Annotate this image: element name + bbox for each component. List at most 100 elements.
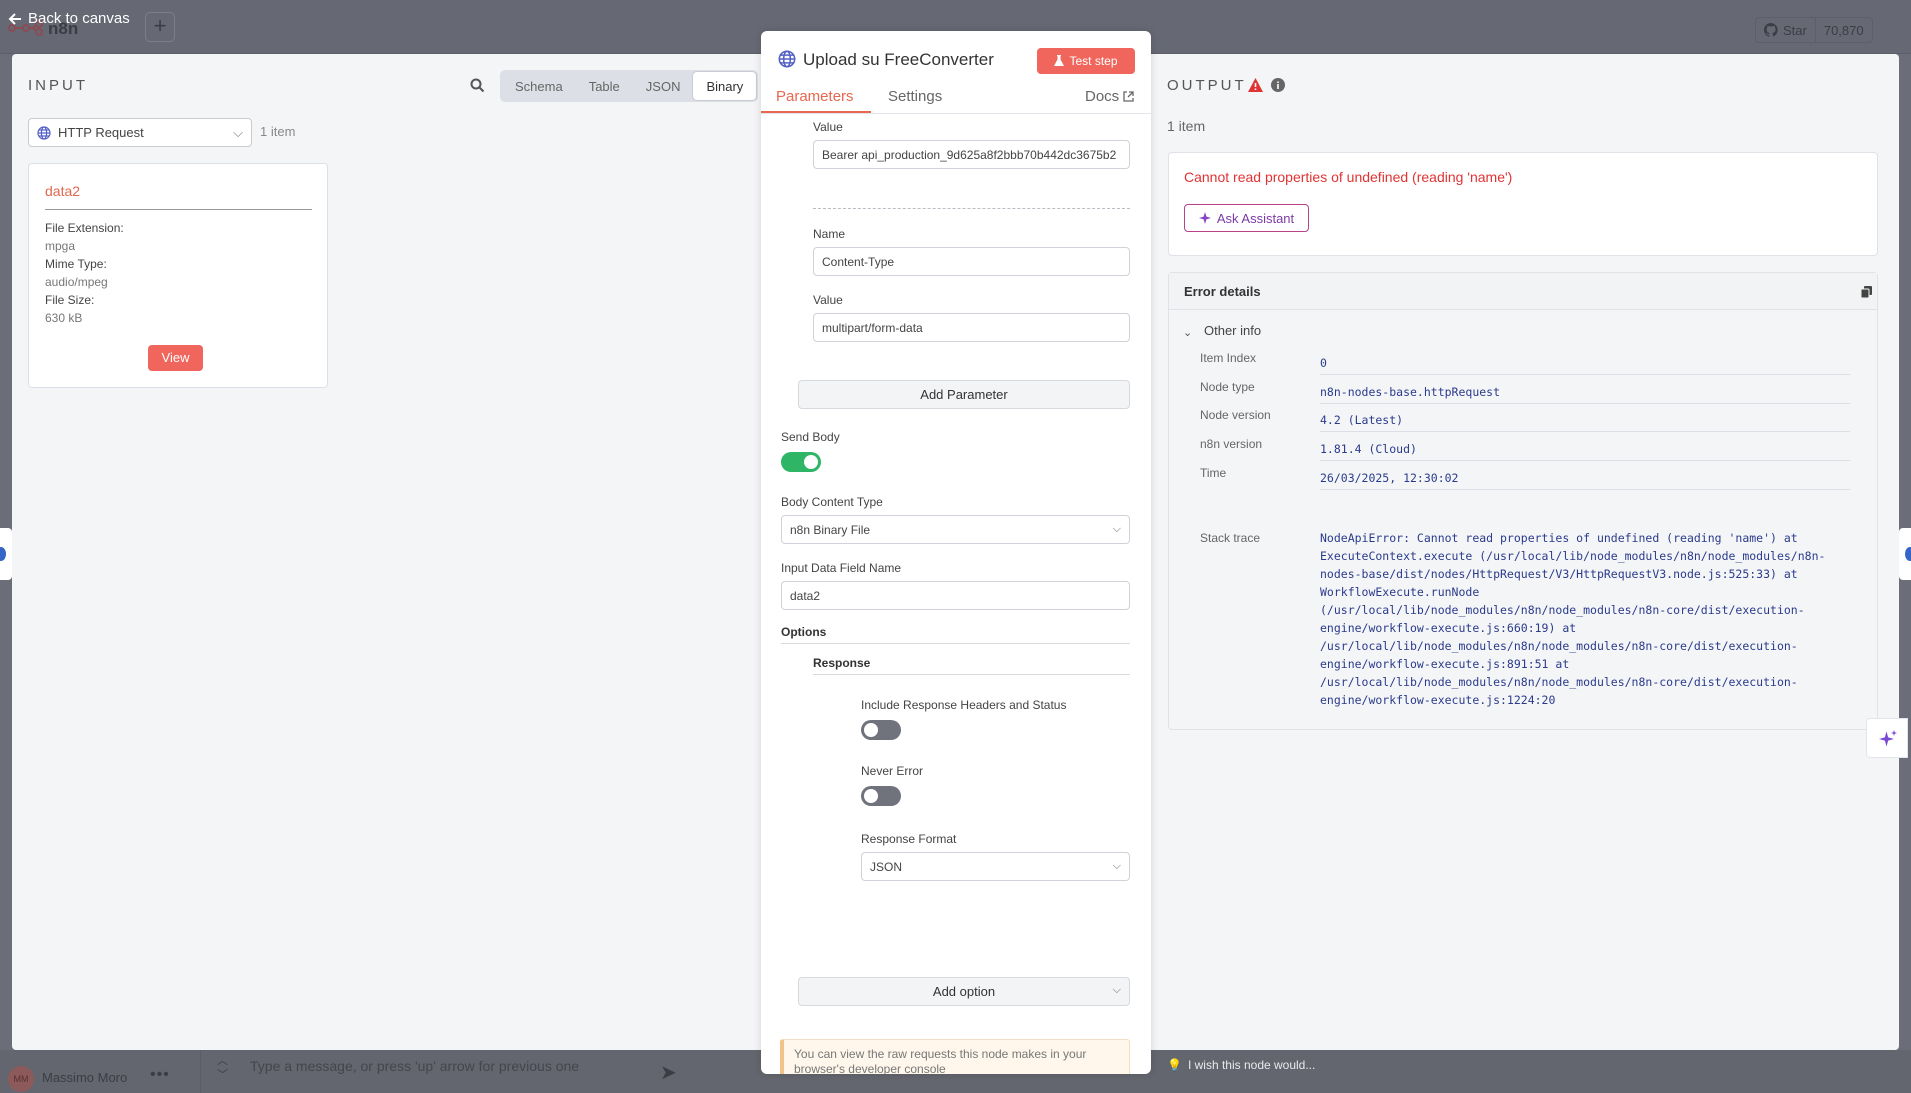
input-data-field-label: Input Data Field Name [781,561,902,575]
ask-assistant-button[interactable]: Ask Assistant [1184,204,1309,232]
response-label: Response [813,656,871,670]
github-star-widget[interactable]: Star 70,870 [1755,17,1873,43]
file-extension-label: File Extension: [45,221,124,235]
view-binary-button[interactable]: View [148,345,203,371]
send-icon[interactable]: ➤ [660,1060,677,1085]
chevron-down-icon: ⌵ [1112,860,1121,872]
other-info-toggle[interactable]: Other info [1204,323,1261,338]
header-value-label: Value [813,120,843,134]
stack-trace-line: /usr/local/lib/node_modules/n8n/node_mod… [1320,675,1798,689]
add-option-button[interactable]: Add option ⌵ [798,977,1130,1006]
stack-trace-line: /usr/local/lib/node_modules/n8n/node_mod… [1320,639,1798,653]
ask-assistant-label: Ask Assistant [1216,210,1295,226]
developer-console-notice: You can view the raw requests this node … [780,1039,1130,1074]
tab-settings[interactable]: Settings [888,88,942,105]
divider [45,209,312,210]
never-error-label: Never Error [861,764,924,778]
divider [813,674,1130,675]
body-content-type-select[interactable]: n8n Binary File ⌵ [781,515,1130,544]
detail-value: 26/03/2025, 12:30:02 [1320,471,1459,485]
info-icon[interactable] [1271,78,1285,92]
add-parameter-button[interactable]: Add Parameter [798,380,1130,409]
github-star-count: 70,870 [1823,22,1864,38]
send-body-label: Send Body [781,430,840,444]
include-headers-label: Include Response Headers and Status [861,698,1067,712]
tab-binary[interactable]: Binary [693,72,757,100]
stack-trace-line: engine/workflow-execute.js:1224:20 [1320,693,1556,707]
feedback-link[interactable]: 💡 I wish this node would... [1167,1058,1315,1072]
prev-node-handle[interactable] [0,528,12,580]
chevron-down-icon: ⌵ [233,124,243,140]
test-step-label: Test step [1069,54,1118,68]
tab-parameters[interactable]: Parameters [776,88,854,105]
stack-trace-line: nodes-base/dist/nodes/HttpRequest/V3/Htt… [1320,567,1798,581]
file-size-label: File Size: [45,293,95,307]
warning-icon [1248,78,1263,92]
header-value-field[interactable]: Bearer api_production_9d625a8f2bbb70b442… [813,140,1130,169]
stack-trace-line: engine/workflow-execute.js:891:51 at [1320,657,1570,671]
send-body-toggle[interactable] [781,452,821,472]
response-format-select[interactable]: JSON ⌵ [861,852,1130,881]
input-panel-title: INPUT [28,77,88,94]
chevron-down-icon[interactable]: ⌄ [1183,326,1192,339]
docs-link[interactable]: Docs [1085,88,1134,105]
never-error-toggle[interactable] [861,786,901,806]
search-icon[interactable] [470,78,485,93]
back-to-canvas-button[interactable]: Back to canvas [8,10,130,27]
chat-history-arrows-icon[interactable]: ︿ ﹀ [217,1054,228,1082]
ai-assistant-button[interactable] [1866,718,1908,758]
binary-data-card: data2 File Extension: mpga Mime Type: au… [28,163,328,388]
globe-icon [778,50,796,68]
response-format-value: JSON [870,859,903,874]
node-title[interactable]: Upload su FreeConverter [803,50,994,70]
avatar[interactable]: MM [8,1066,34,1092]
detail-value: 0 [1320,356,1327,370]
error-details-header [1169,273,1877,310]
test-step-button[interactable]: Test step [1037,48,1135,74]
include-headers-toggle[interactable] [861,720,901,740]
copy-icon[interactable] [1861,286,1872,298]
detail-value: 1.81.4 (Cloud) [1320,442,1417,456]
add-node-button[interactable]: + [145,12,175,42]
tab-table[interactable]: Table [576,72,633,100]
globe-icon [37,125,51,140]
stack-trace-line: WorkflowExecute.runNode [1320,585,1480,599]
parameters-scroll-area: Value Bearer api_production_9d625a8f2bbb… [761,114,1151,1074]
stack-trace-line: (/usr/local/lib/node_modules/n8n/node_mo… [1320,603,1805,617]
error-details-panel: Error details ⌄ Other info Item Index 0 No… [1168,272,1878,730]
toggle-knob [864,789,878,803]
stack-trace-line: NodeApiError: Cannot read properties of … [1320,531,1798,545]
node-parameters-panel: Upload su FreeConverter Test step Parame… [761,31,1151,1074]
detail-key: Node type [1200,380,1255,394]
detail-key: Node version [1200,408,1271,422]
header-value-field[interactable]: multipart/form-data [813,313,1130,342]
header-name-field[interactable]: Content-Type [813,247,1130,276]
options-label: Options [781,625,827,639]
tab-json[interactable]: JSON [633,72,694,100]
error-details-title: Error details [1184,284,1261,299]
divider [1320,403,1850,404]
add-option-label: Add option [932,984,996,999]
file-size-value: 630 kB [45,311,83,325]
input-item-count: 1 item [260,124,296,139]
file-extension-value: mpga [45,239,76,253]
header-value-label: Value [813,293,843,307]
input-node-select[interactable]: HTTP Request ⌵ [28,118,252,147]
header-name-label: Name [813,227,846,241]
input-data-field-name-input[interactable]: data2 [781,581,1130,610]
divider [1320,431,1850,432]
docs-label: Docs [1085,88,1120,105]
error-box: Cannot read properties of undefined (rea… [1168,152,1878,256]
divider [200,1050,201,1093]
detail-value: 4.2 (Latest) [1320,413,1404,427]
feedback-label: I wish this node would... [1187,1058,1316,1072]
mime-type-label: Mime Type: [45,257,107,271]
chat-input[interactable]: Type a message, or press 'up' arrow for … [250,1058,690,1080]
next-node-handle[interactable] [1899,528,1911,580]
body-content-type-label: Body Content Type [781,495,883,509]
flask-icon [1054,55,1065,67]
more-icon[interactable]: ••• [150,1066,170,1084]
back-label: Back to canvas [28,10,130,27]
tab-schema[interactable]: Schema [502,72,576,100]
lightbulb-icon: 💡 [1167,1058,1182,1072]
